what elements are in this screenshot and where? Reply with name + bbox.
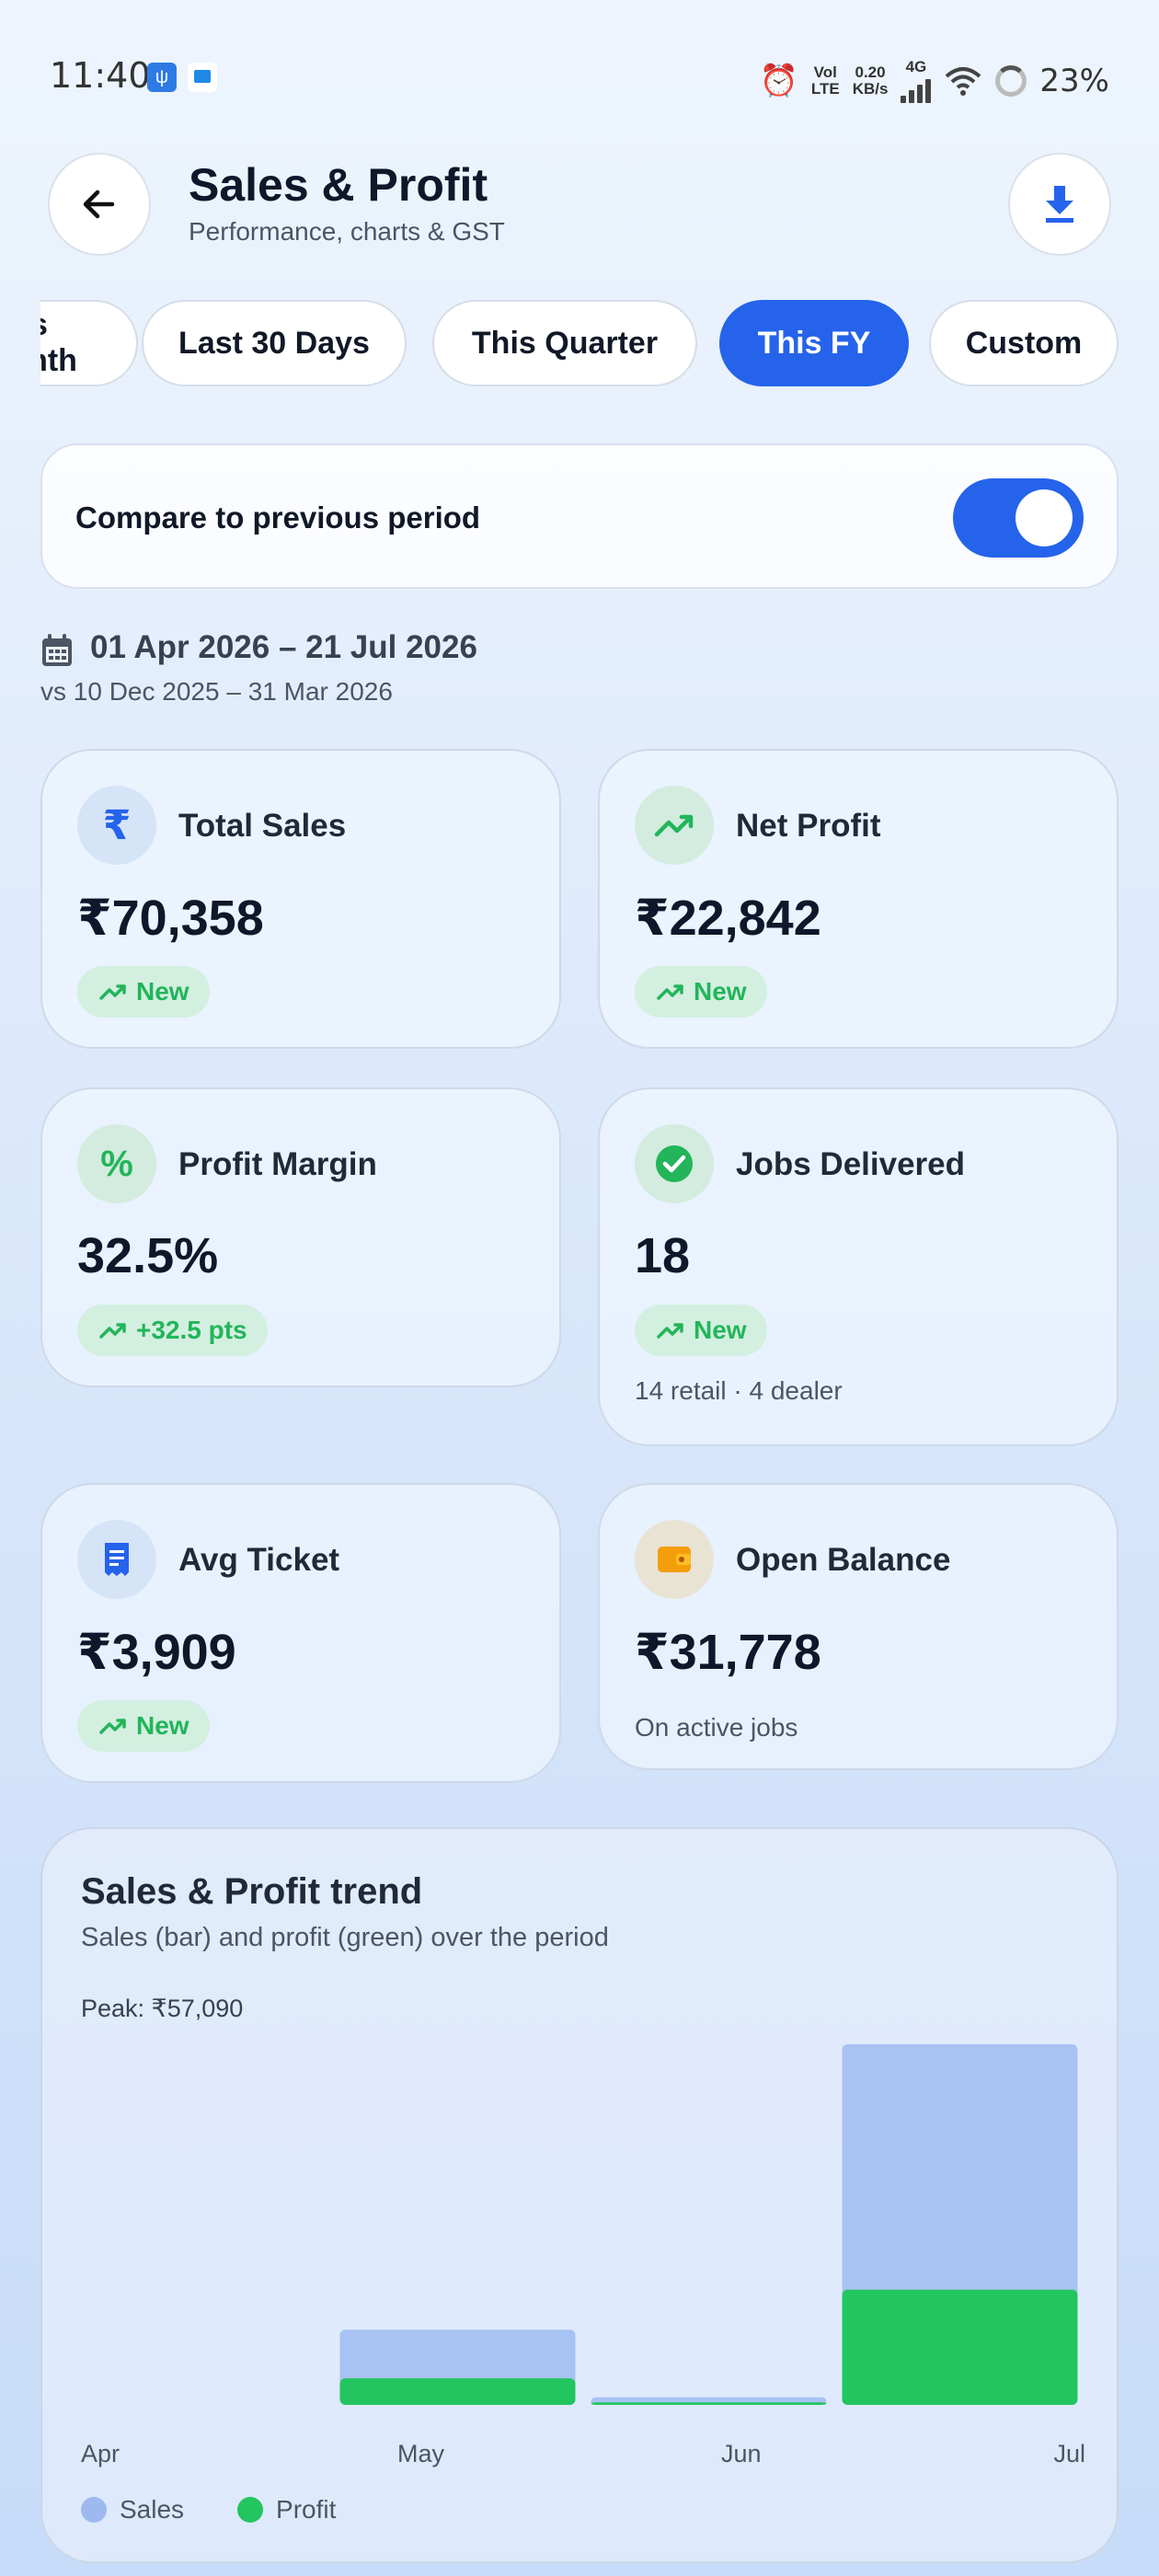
jobs-breakdown: 14 retail · 4 dealer [635,1376,843,1405]
compare-date-range: vs 10 Dec 2025 – 31 Mar 2026 [40,677,393,706]
trending-up-icon [99,984,126,1000]
card-title: Open Balance [736,1542,951,1578]
trending-up-icon [99,1719,126,1734]
card-value: ₹22,842 [635,891,821,946]
card-open-balance[interactable]: Open Balance ₹31,778 On active jobs [598,1483,1119,1770]
sales-profit-chart [339,2044,1078,2405]
status-time: 11:40 [50,55,151,96]
legend-profit: Profit [276,2495,337,2524]
trending-up-icon [657,1323,683,1339]
toggle-knob [1016,489,1073,546]
signal-icon [901,75,932,103]
x-axis-labels: Apr May Jun Jul [81,2440,1085,2473]
card-title: Net Profit [736,808,881,844]
check-circle-icon [635,1124,714,1203]
trend-badge: +32.5 pts [77,1305,268,1356]
receipt-icon [77,1520,156,1599]
trending-up-icon [635,786,714,865]
legend-sales: Sales [120,2495,185,2524]
x-tick-jun: Jun [721,2440,762,2467]
chart-legend: Sales Profit [81,2495,336,2524]
page-title: Sales & Profit [189,159,488,211]
card-title: Total Sales [178,808,347,844]
trend-badge: New [635,966,767,1018]
chip-last-30-days[interactable]: Last 30 Days [142,300,407,386]
battery-icon [995,65,1027,97]
compare-card: Compare to previous period [40,443,1119,589]
download-button[interactable] [1008,153,1111,256]
card-total-sales[interactable]: ₹ Total Sales ₹70,358 New [40,749,561,1049]
percent-icon: % [77,1124,156,1203]
card-net-profit[interactable]: Net Profit ₹22,842 New [598,749,1119,1049]
card-profit-margin[interactable]: % Profit Margin 32.5% +32.5 pts [40,1087,561,1387]
battery-percent: 23% [1039,63,1109,99]
volte-indicator: Vol LTE [810,63,840,98]
trend-badge: New [77,1700,210,1752]
chip-custom[interactable]: Custom [929,300,1119,386]
date-range: 01 Apr 2026 – 21 Jul 2026 [90,629,477,665]
screen-icon [188,63,217,92]
wifi-icon [946,67,981,96]
trending-up-icon [99,1323,126,1339]
chart-title: Sales & Profit trend [81,1871,423,1912]
usb-icon: ψ [147,63,177,92]
trend-badge: New [635,1305,767,1356]
alarm-icon: ⏰ [759,63,798,98]
chip-this-quarter[interactable]: This Quarter [432,300,697,386]
network-speed: 0.20 KB/s [852,63,889,98]
calendar-icon [42,634,72,666]
download-icon [1046,186,1073,223]
card-title: Jobs Delivered [736,1146,965,1182]
x-tick-jul: Jul [1053,2440,1085,2467]
rupee-icon: ₹ [77,786,156,865]
compare-label: Compare to previous period [75,500,481,535]
card-title: Profit Margin [178,1146,377,1182]
card-value: 18 [635,1228,691,1283]
trend-badge: New [77,966,210,1018]
profit-bar-may [339,2378,576,2405]
balance-note: On active jobs [635,1713,798,1742]
chip-this-month[interactable]: This Month [40,300,138,386]
legend-profit-dot [237,2497,264,2523]
card-avg-ticket[interactable]: Avg Ticket ₹3,909 New [40,1483,561,1783]
chart-peak-label: Peak: ₹57,090 [81,1995,244,2022]
back-button[interactable] [48,153,151,256]
legend-sales-dot [81,2497,107,2523]
compare-toggle[interactable] [953,478,1084,558]
status-bar: 11:40 ψ ⏰ Vol LTE 0.20 KB/s 4G 23% [0,0,1159,156]
network-type: 4G [905,58,927,75]
x-tick-may: May [397,2440,445,2467]
wallet-icon [635,1520,714,1599]
chart-subtitle: Sales (bar) and profit (green) over the … [81,1923,609,1952]
card-value: ₹31,778 [635,1625,821,1680]
card-value: ₹70,358 [77,891,264,946]
trending-up-icon [657,984,683,1000]
card-value: 32.5% [77,1228,219,1283]
card-jobs-delivered[interactable]: Jobs Delivered 18 New 14 retail · 4 deal… [598,1087,1119,1446]
chip-this-fy[interactable]: This FY [719,300,909,386]
trend-card: Sales & Profit trend Sales (bar) and pro… [40,1827,1119,2563]
x-tick-apr: Apr [81,2440,120,2467]
page-subtitle: Performance, charts & GST [189,217,505,246]
profit-bar-jun [591,2402,827,2405]
arrow-left-icon [83,190,115,219]
period-chips: This Month Last 30 Days This Quarter Thi… [0,300,1159,388]
card-title: Avg Ticket [178,1542,340,1578]
profit-bar-jul [842,2289,1078,2405]
card-value: ₹3,909 [77,1625,236,1680]
